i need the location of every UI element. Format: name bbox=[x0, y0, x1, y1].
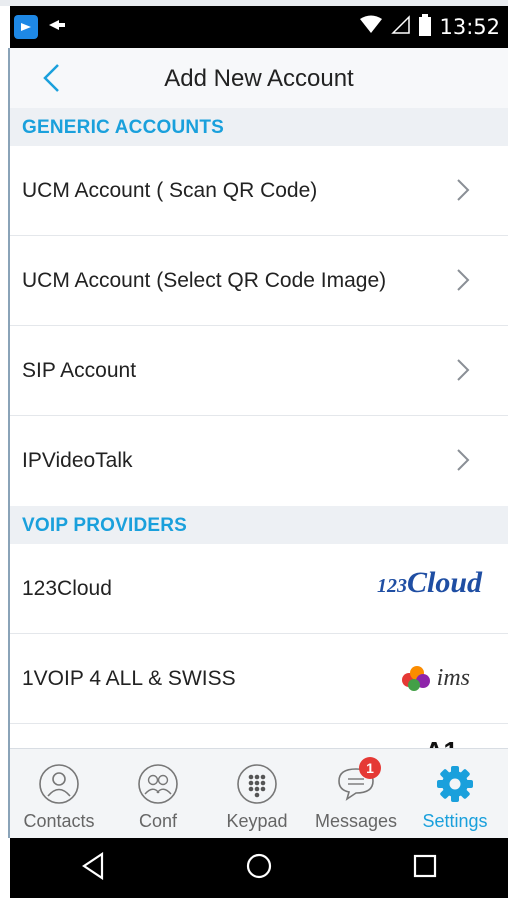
tab-label: Contacts bbox=[23, 811, 95, 831]
contacts-icon bbox=[38, 763, 80, 805]
tab-keypad[interactable]: Keypad bbox=[208, 755, 306, 835]
list-item-label: 123Cloud bbox=[22, 577, 112, 600]
section-header-generic: GENERIC ACCOUNTS bbox=[10, 108, 508, 146]
messages-icon: 1 bbox=[335, 757, 381, 805]
ims-flower-icon bbox=[401, 666, 430, 691]
tab-label: Messages bbox=[314, 811, 398, 831]
list-item-label: UCM Account ( Scan QR Code) bbox=[22, 179, 318, 202]
gear-icon bbox=[434, 763, 476, 805]
list-item-label: 1VOIP 4 ALL & SWISS bbox=[22, 667, 236, 690]
chevron-right-icon bbox=[457, 359, 470, 381]
app-content: Add New Account GENERIC ACCOUNTS UCM Acc… bbox=[10, 48, 508, 839]
nav-recents-button[interactable] bbox=[412, 853, 438, 884]
chevron-right-icon bbox=[457, 269, 470, 291]
list-item-ipvideotalk[interactable]: IPVideoTalk bbox=[10, 416, 508, 506]
list-item-ucm-scan[interactable]: UCM Account ( Scan QR Code) bbox=[10, 146, 508, 236]
nav-back-button[interactable] bbox=[80, 851, 106, 885]
tab-settings[interactable]: Settings bbox=[406, 755, 504, 835]
list-item-123cloud[interactable]: 123Cloud 123Cloud bbox=[10, 544, 508, 634]
status-time: 13:52 bbox=[439, 15, 500, 39]
list-item-label: UCM Account (Select QR Code Image) bbox=[22, 269, 387, 292]
tab-conf[interactable]: Conf bbox=[109, 755, 207, 835]
status-bar: 13:52 bbox=[10, 6, 508, 48]
nav-home-button[interactable] bbox=[245, 852, 273, 885]
tab-label: Conf bbox=[138, 811, 178, 831]
chevron-right-icon bbox=[457, 179, 470, 201]
square-recents-icon bbox=[414, 854, 437, 877]
header-bar: Add New Account bbox=[10, 48, 508, 109]
phone-screen: 13:52 Add New Account GENERIC ACCOUNTS U… bbox=[0, 0, 508, 898]
list-item-ucm-select[interactable]: UCM Account (Select QR Code Image) bbox=[10, 236, 508, 326]
section-title: VOIP PROVIDERS bbox=[22, 515, 188, 536]
tab-label: Settings bbox=[422, 811, 488, 831]
list-item-label: IPVideoTalk bbox=[22, 449, 133, 472]
wifi-icon bbox=[359, 15, 383, 40]
list-item-sip-account[interactable]: SIP Account bbox=[10, 326, 508, 416]
battery-icon bbox=[419, 13, 432, 41]
tab-messages[interactable]: 1 Messages bbox=[307, 755, 405, 835]
left-edge bbox=[0, 48, 10, 838]
section-title: GENERIC ACCOUNTS bbox=[22, 117, 225, 138]
system-nav-bar bbox=[10, 838, 508, 898]
tab-label: Keypad bbox=[226, 811, 288, 831]
conference-icon bbox=[137, 763, 179, 805]
page-title: Add New Account bbox=[164, 65, 354, 92]
bottom-tab-bar: Contacts Conf Keypad 1 Messages Settings bbox=[10, 748, 508, 839]
chevron-right-icon bbox=[457, 449, 470, 471]
ims-logo: ims bbox=[399, 664, 470, 692]
keypad-icon bbox=[236, 763, 278, 805]
list-item-label: SIP Account bbox=[22, 359, 137, 382]
list-item-1voip[interactable]: 1VOIP 4 ALL & SWISS ims bbox=[10, 634, 508, 724]
section-header-voip: VOIP PROVIDERS bbox=[10, 506, 508, 544]
send-notification-icon bbox=[48, 18, 66, 37]
circle-home-icon bbox=[246, 853, 272, 878]
tab-contacts[interactable]: Contacts bbox=[10, 755, 108, 835]
triangle-back-icon bbox=[81, 851, 103, 880]
unread-badge: 1 bbox=[359, 757, 381, 779]
123cloud-logo: 123Cloud bbox=[376, 566, 482, 599]
app-notification-icon bbox=[14, 15, 38, 39]
signal-icon bbox=[391, 14, 411, 40]
